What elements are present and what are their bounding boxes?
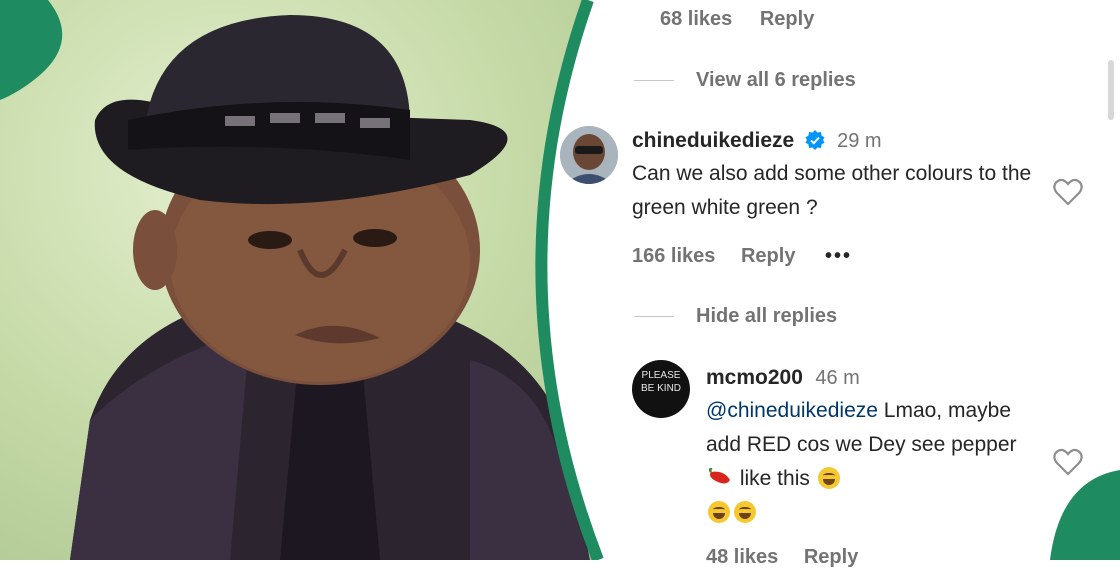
comment2-text: @chineduikedieze Lmao, maybe add RED cos… — [706, 394, 1036, 530]
verified-badge-icon — [805, 130, 825, 150]
comment1-likes[interactable]: 166 likes — [632, 245, 715, 267]
laugh-emoji — [708, 501, 730, 523]
comment2-header: mcmo200 46 m — [706, 366, 860, 390]
comment1-time: 29 m — [837, 130, 882, 152]
laugh-emoji — [817, 467, 840, 489]
username-chineduikedieze[interactable]: chineduikedieze — [632, 129, 794, 152]
comment1-reply-link[interactable]: Reply — [741, 245, 795, 267]
heart-icon[interactable] — [1053, 178, 1083, 206]
avatar-mcmo200[interactable]: PLEASE BE KIND — [632, 360, 690, 418]
comment2-reply-link[interactable]: Reply — [804, 546, 858, 568]
hide-replies-toggle[interactable]: Hide all replies — [634, 305, 837, 328]
username-mcmo200[interactable]: mcmo200 — [706, 366, 803, 389]
view-replies-label: View all 6 replies — [696, 69, 856, 91]
top-likes[interactable]: 68 likes — [660, 8, 732, 30]
heart-icon[interactable] — [1053, 448, 1083, 476]
laugh-emoji — [734, 501, 756, 523]
divider-line — [634, 316, 674, 318]
chili-pepper-emoji — [708, 468, 730, 484]
avatar-image — [560, 126, 618, 184]
more-options-icon[interactable]: ••• — [825, 245, 852, 267]
mention-link[interactable]: @chineduikedieze — [706, 399, 878, 422]
avatar-text: PLEASE BE KIND — [641, 370, 682, 394]
comment1-header: chineduikedieze 29 m — [632, 129, 882, 153]
hide-replies-label: Hide all replies — [696, 305, 838, 327]
comment2-likes[interactable]: 48 likes — [706, 546, 778, 568]
avatar-chineduikedieze[interactable] — [560, 126, 618, 184]
top-reply-link[interactable]: Reply — [760, 8, 814, 30]
top-action-row: 68 likes Reply — [660, 8, 814, 31]
comment2-actions: 48 likes Reply — [706, 546, 858, 569]
comment1-text: Can we also add some other colours to th… — [632, 162, 1032, 219]
comment2-time: 46 m — [815, 367, 860, 389]
comments-panel: 68 likes Reply View all 6 replies chined… — [520, 0, 1120, 568]
view-replies-toggle[interactable]: View all 6 replies — [634, 69, 856, 92]
divider-line — [634, 80, 674, 82]
comment1-actions: 166 likes Reply ••• — [632, 245, 852, 268]
comment2-text-part2: like this — [734, 467, 810, 490]
